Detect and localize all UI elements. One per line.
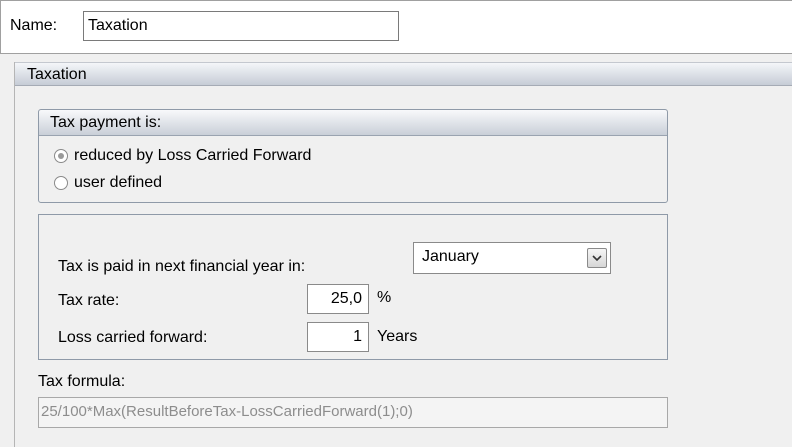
radio-button-checked[interactable]	[54, 149, 68, 163]
loss-carried-forward-unit: Years	[377, 328, 418, 345]
payment-month-value: January	[422, 248, 479, 265]
radio-reduced-by-loss[interactable]: reduced by Loss Carried Forward	[54, 147, 311, 165]
tax-rate-unit: %	[377, 289, 392, 306]
loss-carried-forward-label: Loss carried forward:	[58, 329, 208, 346]
radio-user-defined[interactable]: user defined	[54, 174, 162, 192]
tax-formula-text: 25/100*Max(ResultBeforeTax-LossCarriedFo…	[41, 403, 413, 420]
section-header[interactable]: Taxation	[15, 62, 792, 86]
payment-month-select[interactable]: January	[413, 242, 611, 274]
chevron-down-icon	[592, 255, 602, 261]
name-input[interactable]	[83, 11, 399, 41]
tax-settings-box: Tax is paid in next financial year in: J…	[38, 214, 668, 360]
radio-button[interactable]	[54, 176, 68, 190]
dropdown-button[interactable]	[587, 248, 607, 268]
name-row: Name:	[0, 0, 792, 54]
tax-rate-input[interactable]: 25,0	[307, 284, 369, 314]
name-label: Name:	[10, 17, 58, 34]
radio-label-reduced: reduced by Loss Carried Forward	[74, 147, 312, 164]
tax-formula-label: Tax formula:	[38, 373, 126, 390]
tax-payment-header: Tax payment is:	[39, 110, 667, 136]
loss-carried-forward-input[interactable]: 1	[307, 322, 369, 352]
taxation-panel: Name: Taxation Tax payment is: reduced b…	[0, 0, 792, 447]
radio-label-user-defined: user defined	[74, 174, 163, 191]
payment-month-label: Tax is paid in next financial year in:	[58, 258, 306, 275]
tax-payment-title: Tax payment is:	[50, 114, 162, 131]
tax-formula-field[interactable]: 25/100*Max(ResultBeforeTax-LossCarriedFo…	[38, 397, 668, 428]
section-title: Taxation	[27, 66, 87, 83]
tax-payment-groupbox: Tax payment is: reduced by Loss Carried …	[38, 109, 668, 203]
tax-rate-label: Tax rate:	[58, 292, 120, 309]
